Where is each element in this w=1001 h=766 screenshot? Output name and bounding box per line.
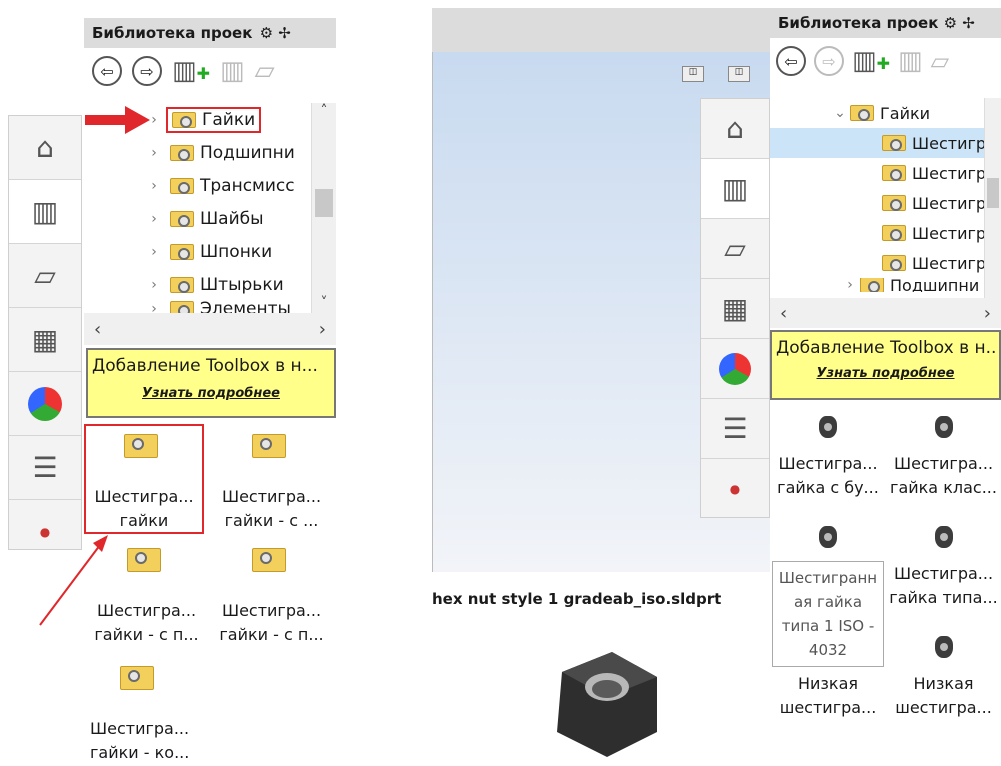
item-label-line1: Низкая (913, 674, 974, 693)
home-tab[interactable]: ⌂ (701, 99, 769, 159)
view-palette-tab[interactable]: ▦ (701, 279, 769, 339)
new-library-icon[interactable]: ▥ (898, 46, 923, 76)
chevron-down-icon: ⌄ (834, 105, 846, 121)
view-buttons: ◫ ◫ (682, 66, 750, 82)
gear-icon[interactable]: ⚙ (944, 14, 957, 32)
add-library-icon[interactable]: ▥✚ (852, 46, 890, 76)
design-library-pane: Библиотека проек ⚙ ✢ ⇦ ⇨ ▥✚ ▥ ▱ ⌄ Гайки … (770, 8, 1001, 766)
scroll-right-icon[interactable]: › (984, 303, 991, 324)
tree-child-item[interactable]: Шестигр (770, 188, 1001, 218)
folder-icon (882, 135, 906, 151)
scroll-left-icon[interactable]: ‹ (780, 303, 787, 324)
item-label-line2: гайка с бу... (777, 478, 879, 497)
appearances-icon (719, 352, 751, 385)
scrollbar-thumb[interactable] (987, 178, 999, 208)
item-label-line1: Шестигра... (778, 454, 878, 473)
tree-child-item[interactable]: Шестигр (770, 218, 1001, 248)
preview-filename: hex nut style 1 gradeab_iso.sldprt (432, 590, 722, 608)
forum-icon: ● (729, 482, 741, 496)
tree-item[interactable]: › Подшипни (770, 278, 1001, 292)
arrow-right-icon: ⇨ (822, 51, 836, 71)
tooltip-line: 4032 (808, 641, 848, 659)
appearances-tab[interactable] (701, 339, 769, 399)
folder-icon (882, 195, 906, 211)
item-label-line2: гайка типа... (889, 588, 998, 607)
hex-nut-icon (819, 526, 837, 548)
tooltip-line: ая гайка (793, 593, 863, 611)
item-label-line2: гайка клас... (890, 478, 997, 497)
pane-title: Библиотека проек ⚙ ✢ (770, 8, 1001, 38)
folder-icon (882, 165, 906, 181)
preview-panel: hex nut style 1 gradeab_iso.sldprt (432, 572, 770, 766)
back-button[interactable]: ⇦ (776, 46, 806, 76)
tooltip-line: типа 1 ISO - (781, 617, 875, 635)
folder-icon (860, 278, 884, 292)
tree-item-label: Шестигр (912, 133, 987, 153)
hex-nut-preview-image (557, 652, 657, 757)
pin-icon[interactable]: ✢ (962, 14, 975, 32)
palette-icon: ▦ (721, 292, 749, 325)
custom-properties-tab[interactable]: ☰ (701, 399, 769, 459)
tree-item-label: Шестигр (912, 223, 987, 243)
hex-nut-icon (934, 636, 953, 658)
tree-horizontal-scrollbar[interactable]: ‹ › (770, 298, 1001, 328)
task-pane-tabs: ⌂ ▥ ▱ ▦ ☰ ● (700, 98, 770, 518)
hex-nut-icon (934, 526, 953, 548)
toolbox-banner: Добавление Toolbox в н... Узнать подробн… (770, 330, 1001, 400)
library-item[interactable] (770, 526, 886, 548)
tree-item-label: Шестигр (912, 193, 987, 213)
tree-child-item[interactable]: Шестигр (770, 158, 1001, 188)
tooltip-line: Шестигранн (778, 569, 878, 587)
folder-icon (882, 225, 906, 241)
hex-nut-icon (934, 416, 953, 438)
tree-vertical-scrollbar[interactable] (984, 98, 1001, 298)
item-label-line1: Шестигра... (893, 564, 994, 583)
library-item[interactable]: Шестигра... гайка клас... (886, 416, 1001, 500)
library-item[interactable]: Низкая шестигра... (770, 672, 886, 720)
file-explorer-tab[interactable]: ▱ (701, 219, 769, 279)
tree-child-item[interactable]: Шестигр (770, 128, 1001, 158)
graphics-area-top (432, 8, 770, 52)
item-tooltip: Шестигранн ая гайка типа 1 ISO - 4032 (772, 561, 884, 667)
library-item[interactable]: Шестигра... гайка типа... (886, 526, 1001, 610)
pane-toolbar: ⇦ ⇨ ▥✚ ▥ ▱ (776, 46, 949, 76)
folder-icon (850, 105, 874, 121)
banner-text: Добавление Toolbox в н... (776, 338, 995, 358)
tree-item-label: Шестигр (912, 163, 987, 183)
tree-item-label: Шестигр (912, 253, 987, 273)
item-label-line2: шестигра... (895, 698, 992, 717)
folder-icon: ▱ (724, 232, 746, 265)
design-library-tab[interactable]: ▥ (701, 159, 769, 219)
pane-title-text: Библиотека проек (778, 14, 939, 32)
left-panel: ⌂ ▥ ▱ ▦ ☰ ● Библиотека проек ⚙ ✢ ⇦ ⇨ ▥✚ … (0, 0, 345, 766)
forward-button[interactable]: ⇨ (814, 46, 844, 76)
right-screenshot: ◫ ◫ ⌂ ▥ ▱ ▦ ☰ ● hex nut style 1 gradeab_… (432, 8, 1001, 766)
tree-child-item[interactable]: Шестигр (770, 248, 1001, 278)
chevron-right-icon: › (847, 278, 853, 292)
home-icon: ⌂ (726, 112, 744, 145)
red-arrow-right-icon (85, 106, 150, 134)
hex-nut-icon (819, 416, 837, 438)
library-icon: ▥ (721, 172, 749, 205)
view-button[interactable]: ◫ (728, 66, 750, 82)
library-item[interactable]: Низкая шестигра... (886, 636, 1001, 720)
folder-icon (882, 255, 906, 271)
forum-tab[interactable]: ● (701, 459, 769, 519)
item-label-line1: Низкая (797, 674, 859, 693)
tree-item-label: Гайки (880, 103, 931, 123)
properties-icon: ☰ (722, 412, 748, 445)
new-folder-icon[interactable]: ▱ (931, 47, 949, 75)
red-pointer-line (39, 544, 101, 626)
arrow-left-icon: ⇦ (784, 51, 798, 71)
item-label-line1: Шестигра... (893, 454, 994, 473)
tree-item-label: Подшипни (890, 278, 980, 292)
red-pointer-head-icon (93, 535, 108, 552)
annotation-arrows (39, 106, 150, 626)
library-item[interactable]: Шестигра... гайка с бу... (770, 416, 886, 500)
learn-more-link[interactable]: Узнать подробнее (776, 366, 995, 381)
tree-item-gaiki-expanded[interactable]: ⌄ Гайки (770, 98, 1001, 128)
folder-tree: ⌄ Гайки Шестигр Шестигр Шестигр Шестигр … (770, 98, 1001, 298)
item-label-line2: шестигра... (779, 698, 877, 717)
view-button[interactable]: ◫ (682, 66, 704, 82)
